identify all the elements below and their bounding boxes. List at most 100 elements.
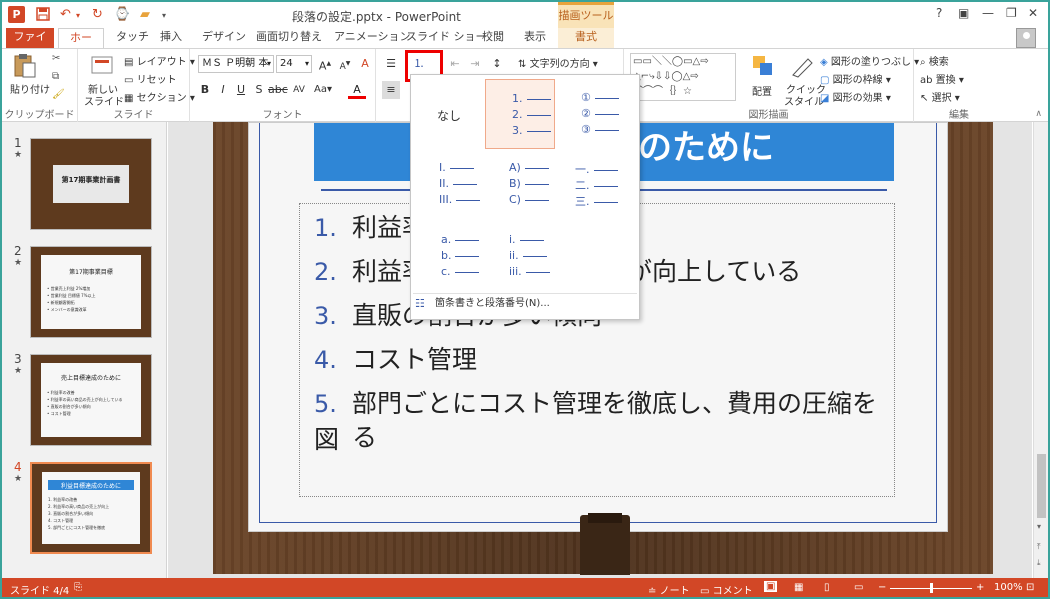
collapse-ribbon-icon[interactable]: ∧ — [1035, 109, 1042, 119]
font-color-icon[interactable]: A — [348, 81, 366, 99]
list-number: 4. — [314, 346, 337, 374]
help-button[interactable]: ? — [936, 6, 942, 20]
zoom-slider-knob[interactable] — [930, 583, 933, 593]
close-icon[interactable]: ✕ — [1028, 6, 1038, 20]
numbering-row: i. — [509, 233, 579, 247]
numbering-option-kanji[interactable]: 一. 二. 三. — [559, 153, 629, 223]
copy-icon[interactable]: ⧉ — [52, 71, 59, 82]
zoom-level[interactable]: 100% — [994, 582, 1023, 593]
italic-icon[interactable]: I — [214, 81, 232, 99]
grow-font-icon[interactable]: A▲ — [316, 55, 334, 73]
text-shadow-icon[interactable]: S — [250, 81, 268, 99]
underline-icon[interactable]: U — [232, 81, 250, 99]
align-left-icon[interactable]: ≡ — [382, 81, 400, 99]
select-button[interactable]: ↖ 選択 ▾ — [920, 89, 960, 104]
list-text: コスト管理 — [352, 345, 478, 374]
replace-button[interactable]: ab 置換 ▾ — [920, 71, 964, 86]
increase-indent-icon[interactable]: ⇥ — [466, 55, 484, 73]
tab-home[interactable]: ホーム — [58, 28, 104, 62]
tab-view[interactable]: 表示 — [518, 28, 552, 48]
slide-thumbnail-4[interactable]: 利益目標達成のために 1. 利益率の改善 2. 利益率の高い商品の売上が向上 3… — [30, 462, 152, 554]
notes-button[interactable]: ≐ ノート — [648, 582, 690, 597]
format-painter-icon[interactable]: 🖌 — [52, 89, 65, 100]
slide-thumbnail-1[interactable]: 第17期事業計画書 — [30, 138, 152, 230]
redo-icon[interactable]: ↻ — [92, 7, 103, 22]
numbering-option-circled[interactable]: ① ② ③ — [559, 79, 629, 149]
tab-design[interactable]: デザイン — [196, 28, 252, 48]
tab-insert[interactable]: 挿入 — [154, 28, 188, 48]
bold-icon[interactable]: B — [196, 81, 214, 99]
tab-file[interactable]: ファイル — [6, 28, 54, 61]
save-icon[interactable] — [36, 7, 50, 25]
slideshow-view-icon[interactable]: ▭ — [854, 582, 863, 593]
numbering-option-alpha-lower[interactable]: a. b. c. — [413, 225, 483, 295]
quick-styles-icon[interactable] — [790, 53, 816, 79]
slide-thumbnail-3[interactable]: 売上目標達成のために • 利益率の改善 • 利益率の高い商品の売上が向上している… — [30, 354, 152, 446]
section-button[interactable]: ▦ セクション ▾ — [124, 89, 195, 105]
start-slideshow-icon[interactable]: ⌚ — [114, 7, 130, 22]
text-direction-button[interactable]: ⇅ 文字列の方向 ▾ — [518, 55, 598, 70]
shrink-font-icon[interactable]: A▼ — [336, 55, 354, 73]
slide-sorter-icon[interactable]: ▦ — [794, 582, 803, 593]
fit-to-window-icon[interactable]: ⊡ — [1026, 582, 1034, 593]
undo-icon[interactable]: ↶ — [60, 7, 71, 22]
undo-dropdown-icon[interactable]: ▾ — [76, 11, 80, 20]
font-size-dropdown-icon[interactable]: ▾ — [305, 56, 309, 72]
bullets-icon[interactable]: ☰ — [382, 55, 400, 73]
reading-view-icon[interactable]: ▯ — [824, 582, 830, 593]
shape-effects-button[interactable]: ◪ 図形の効果 ▾ — [820, 89, 891, 104]
thumb-number: 2 — [14, 244, 22, 258]
numbering-option-alpha-paren[interactable]: A) B) C) — [485, 153, 555, 223]
bullets-and-numbering-menu-item[interactable]: 箇条書きと段落番号(N)... — [435, 295, 550, 313]
layout-button[interactable]: ▤ レイアウト ▾ — [124, 53, 195, 69]
minimize-icon[interactable]: — — [982, 6, 994, 20]
tab-touch[interactable]: タッチ — [110, 28, 155, 48]
zoom-in-icon[interactable]: + — [976, 582, 984, 593]
ribbon-display-icon[interactable]: ▣ — [958, 6, 969, 20]
paste-icon[interactable] — [12, 53, 38, 79]
font-name-box[interactable]: ＭＳ Ｐ明朝 本 ▾ — [198, 55, 274, 73]
prev-slide-icon[interactable]: ⤒ — [1037, 542, 1041, 552]
paste-button[interactable]: 貼り付け — [10, 81, 50, 96]
user-avatar[interactable] — [1016, 28, 1036, 48]
scroll-down-icon[interactable]: ▾ — [1037, 522, 1041, 531]
shape-fill-button[interactable]: ◈ 図形の塗りつぶし ▾ — [820, 53, 919, 68]
numbering-option-arabic[interactable]: 1. 2. 3. — [485, 79, 555, 149]
thumb-bullet: • 営業利益 目標値 7%以上 — [47, 293, 96, 298]
reset-button[interactable]: ▭ リセット — [124, 71, 177, 87]
tab-review[interactable]: 校閲 — [476, 28, 510, 48]
tab-transitions[interactable]: 画面切り替え — [250, 28, 328, 48]
thumb-bullet: • 新規顧客開拓 — [47, 300, 75, 305]
numbering-label: ii. — [509, 249, 519, 262]
restore-icon[interactable]: ❐ — [1006, 6, 1017, 20]
numbering-none-option[interactable]: なし — [413, 79, 483, 149]
clear-formatting-icon[interactable]: A — [356, 55, 374, 73]
tab-format[interactable]: 書式 — [558, 28, 614, 48]
next-slide-icon[interactable]: ⤓ — [1037, 558, 1041, 568]
open-folder-icon[interactable]: ▰ — [140, 7, 150, 22]
clipboard-group: 貼り付け ✂ ⧉ 🖌 クリップボード — [2, 49, 78, 122]
font-size-box[interactable]: 24 ▾ — [276, 55, 312, 73]
char-spacing-icon[interactable]: AV — [290, 81, 308, 99]
font-name-dropdown-icon[interactable]: ▾ — [267, 56, 271, 72]
strikethrough-icon[interactable]: abc — [268, 81, 288, 99]
scrollbar-thumb[interactable] — [1037, 454, 1046, 518]
slide-thumbnail-2[interactable]: 第17期事業目標 • 営業売上利益 2%増加 • 営業利益 目標値 7%以上 •… — [30, 246, 152, 338]
customize-qat-icon[interactable]: ▾ — [162, 11, 166, 20]
new-slide-icon[interactable] — [90, 53, 116, 79]
change-case-icon[interactable]: Aa▾ — [314, 81, 332, 99]
cut-icon[interactable]: ✂ — [52, 53, 60, 64]
line-spacing-icon[interactable]: ↕ — [488, 55, 506, 73]
shape-outline-button[interactable]: ▢ 図形の枠線 ▾ — [820, 71, 891, 86]
numbering-option-roman-lower[interactable]: i. ii. iii. — [485, 225, 555, 295]
decrease-indent-icon[interactable]: ⇤ — [446, 55, 464, 73]
arrange-icon[interactable] — [750, 53, 776, 79]
find-button[interactable]: ⌕ 検索 — [920, 53, 949, 68]
numbering-option-roman-upper[interactable]: I. II. III. — [413, 153, 483, 223]
zoom-out-icon[interactable]: − — [878, 582, 886, 593]
vertical-scrollbar[interactable]: ▾ ⤒ ⤓ — [1033, 122, 1048, 578]
comments-button[interactable]: ▭ コメント — [700, 582, 753, 597]
spelling-icon[interactable]: ⎘ — [74, 582, 82, 593]
normal-view-icon[interactable]: ▣ — [764, 581, 778, 592]
arrange-button[interactable]: 配置 — [752, 83, 772, 98]
